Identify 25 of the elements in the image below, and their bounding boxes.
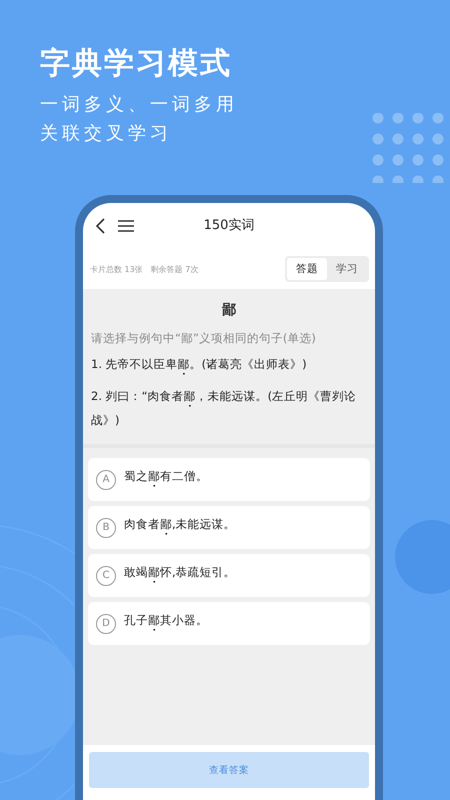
mode-tab[interactable]: 答题 [287,258,327,280]
answer-option[interactable]: B 肉食者鄙,未能远谋。 [88,506,370,549]
answer-option[interactable]: A 蜀之鄙有二僧。 [88,458,370,501]
option-text: 敢竭鄙怀,恭疏短引。 [124,565,236,581]
stat-text: 卡片总数 13张 [90,264,143,274]
option-letter: A [96,470,116,490]
answer-option[interactable]: C 敢竭鄙怀,恭疏短引。 [88,554,370,597]
example-sentence: 1. 先帝不以臣卑鄙。(诸葛亮《出师表》) [91,356,308,373]
mode-tab[interactable]: 学习 [327,258,367,280]
promo-subtitle: 一词多义、一词多用 [40,93,238,117]
question-prompt: 请选择与例句中“鄙”义项相同的句子(单选) [91,331,316,346]
screen-title: 150实词 [204,218,254,233]
option-text: 孔子鄙其小器。 [124,613,208,629]
option-letter: B [96,518,116,538]
option-letter: D [96,614,116,634]
promo-title: 字典学习模式 [40,45,232,83]
option-text: 肉食者鄙,未能远谋。 [124,517,236,533]
answer-option[interactable]: D 孔子鄙其小器。 [88,602,370,645]
example-sentence: 2. 刿曰：“肉食者鄙，未能远谋。(左丘明《曹刿论战》) [91,388,358,429]
option-text: 蜀之鄙有二僧。 [124,469,208,485]
dot-pattern-drawing [372,113,444,183]
headword: 鄙 [222,301,236,319]
stat-text: 剩余答题 7次 [150,264,198,274]
promo-subtitle: 关联交叉学习 [40,122,172,146]
option-letter: C [96,566,116,586]
